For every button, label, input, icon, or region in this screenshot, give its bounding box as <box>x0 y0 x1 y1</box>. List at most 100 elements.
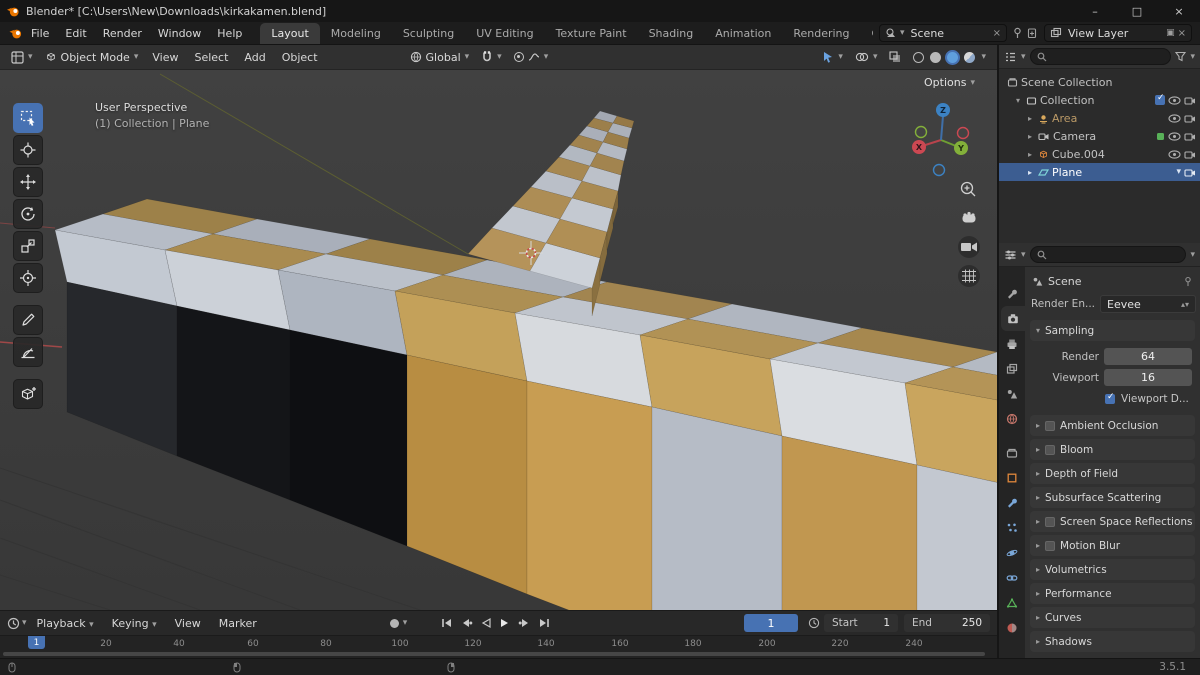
outliner-search-input[interactable] <box>1029 48 1172 65</box>
outliner-row-camera[interactable]: ▸ Camera <box>999 127 1200 145</box>
scene-selector[interactable]: ▾ Scene × <box>879 24 1007 42</box>
collection-tab[interactable] <box>999 440 1025 465</box>
proportional-editing-toggle[interactable]: ▾ <box>509 50 554 64</box>
render-camera-icon[interactable] <box>1184 132 1196 141</box>
transform-orientation-dropdown[interactable]: Global ▾ <box>405 49 475 66</box>
outliner-row-scene-collection[interactable]: Scene Collection <box>999 73 1200 91</box>
camera-view-button[interactable] <box>958 236 980 258</box>
close-button[interactable]: × <box>1158 0 1200 22</box>
viewport-denoise-checkbox[interactable] <box>1105 392 1115 404</box>
pin-icon[interactable] <box>1183 276 1193 287</box>
plane-chevron[interactable]: ▾ <box>1176 167 1181 177</box>
new-scene-icon[interactable] <box>1027 27 1038 39</box>
frame-start-field[interactable]: Start 1 <box>824 614 898 632</box>
menu-keying[interactable]: Keying ▾ <box>104 614 165 633</box>
view-layer-selector[interactable]: View Layer ▣ × <box>1044 24 1192 42</box>
outliner-row-plane[interactable]: ▸ Plane ▾ <box>999 163 1200 181</box>
menu-view-timeline[interactable]: View <box>167 614 209 633</box>
sampling-panel-header[interactable]: ▾ Sampling <box>1030 320 1195 341</box>
playhead[interactable]: 1 <box>28 636 45 649</box>
collection-disclosure[interactable]: ▾ <box>1013 96 1023 105</box>
shading-wireframe-button[interactable] <box>913 51 925 63</box>
motion-blur-checkbox[interactable] <box>1045 540 1056 551</box>
menu-view[interactable]: View <box>145 48 185 67</box>
bloom-checkbox[interactable] <box>1045 444 1056 455</box>
current-frame-field[interactable]: 1 <box>744 614 798 632</box>
sampling-viewport-field[interactable]: 16 <box>1104 369 1192 386</box>
snap-toggle[interactable]: ▾ <box>476 49 507 65</box>
pin-icon[interactable] <box>1012 27 1023 39</box>
filter-icon[interactable] <box>1175 51 1187 62</box>
render-tab[interactable] <box>1001 306 1025 331</box>
shading-solid-button[interactable] <box>930 51 942 63</box>
use-preview-range-icon[interactable] <box>808 617 820 629</box>
remove-view-layer-icon[interactable]: × <box>1178 28 1186 39</box>
section-bloom[interactable]: ▸ Bloom <box>1030 439 1195 460</box>
menu-render[interactable]: Render <box>95 24 150 43</box>
scene-tab[interactable] <box>999 381 1025 406</box>
section-performance[interactable]: ▸ Performance <box>1030 583 1195 604</box>
menu-add[interactable]: Add <box>237 48 272 67</box>
mode-dropdown[interactable]: Object Mode ▾ <box>40 49 144 66</box>
cursor-tool[interactable] <box>13 135 43 165</box>
section-subsurface-scattering[interactable]: ▸ Subsurface Scattering <box>1030 487 1195 508</box>
particles-tab[interactable] <box>999 515 1025 540</box>
next-keyframe-button[interactable] <box>518 617 531 629</box>
menu-edit[interactable]: Edit <box>57 24 94 43</box>
tab-compositing[interactable]: Compositing <box>861 23 873 44</box>
hide-eye-icon[interactable] <box>1168 131 1181 141</box>
material-tab[interactable] <box>999 615 1025 640</box>
ssr-checkbox[interactable] <box>1045 516 1056 527</box>
jump-to-end-button[interactable] <box>538 617 551 629</box>
menu-playback[interactable]: Playback ▾ <box>29 614 102 633</box>
section-motion-blur[interactable]: ▸ Motion Blur <box>1030 535 1195 556</box>
section-screen-space-reflections[interactable]: ▸ Screen Space Reflections <box>1030 511 1195 532</box>
tab-shading[interactable]: Shading <box>638 23 705 44</box>
menu-file[interactable]: File <box>23 24 57 43</box>
rotate-tool[interactable] <box>13 199 43 229</box>
sampling-render-field[interactable]: 64 <box>1104 348 1192 365</box>
play-button[interactable] <box>499 617 511 629</box>
timeline-type-icon[interactable] <box>7 617 20 630</box>
prev-keyframe-button[interactable] <box>460 617 473 629</box>
outliner-row-area[interactable]: ▸ Area <box>999 109 1200 127</box>
menu-marker[interactable]: Marker <box>211 614 265 633</box>
world-tab[interactable] <box>999 406 1025 431</box>
select-box-tool[interactable] <box>13 103 43 133</box>
object-data-tab[interactable] <box>999 590 1025 615</box>
gizmo-axis-y[interactable]: Y <box>954 141 968 155</box>
hide-eye-icon[interactable] <box>1168 149 1181 159</box>
jump-to-start-button[interactable] <box>440 617 453 629</box>
shading-rendered-button[interactable] <box>964 51 976 63</box>
scene-unlink-icon[interactable]: × <box>993 28 1001 39</box>
render-camera-icon[interactable] <box>1184 150 1196 159</box>
tab-rendering[interactable]: Rendering <box>782 23 860 44</box>
render-camera-icon[interactable] <box>1184 96 1196 105</box>
properties-search-input[interactable] <box>1029 246 1187 263</box>
timeline-ruler[interactable]: 20 40 60 80 100 120 140 160 180 200 220 … <box>0 635 997 650</box>
render-camera-icon[interactable] <box>1184 114 1196 123</box>
tab-animation[interactable]: Animation <box>704 23 782 44</box>
properties-type-icon[interactable] <box>1004 249 1017 261</box>
output-tab[interactable] <box>999 331 1025 356</box>
editor-type-button[interactable]: ▾ <box>6 49 38 66</box>
viewport-3d[interactable]: X Y Z User Perspective (1) Collection | … <box>0 70 997 610</box>
gizmo-toggle[interactable]: ▾ <box>817 49 848 65</box>
gizmo-axis-z-neg[interactable] <box>932 163 946 177</box>
physics-tab[interactable] <box>999 540 1025 565</box>
move-tool[interactable] <box>13 167 43 197</box>
outliner-type-icon[interactable] <box>1004 51 1017 63</box>
gizmo-axis-x[interactable]: X <box>912 140 926 154</box>
ortho-toggle-button[interactable] <box>958 265 980 287</box>
menu-window[interactable]: Window <box>150 24 209 43</box>
section-volumetrics[interactable]: ▸ Volumetrics <box>1030 559 1195 580</box>
section-ambient-occlusion[interactable]: ▸ Ambient Occlusion <box>1030 415 1195 436</box>
gizmo-axis-x-neg[interactable] <box>956 126 970 140</box>
measure-tool[interactable] <box>13 337 43 367</box>
options-button[interactable]: Options ▾ <box>924 76 975 89</box>
horizontal-scrollbar[interactable] <box>0 650 997 658</box>
outliner-row-collection[interactable]: ▾ Collection <box>999 91 1200 109</box>
object-tab[interactable] <box>999 465 1025 490</box>
tab-uv-editing[interactable]: UV Editing <box>465 23 544 44</box>
tool-tab[interactable] <box>999 281 1025 306</box>
